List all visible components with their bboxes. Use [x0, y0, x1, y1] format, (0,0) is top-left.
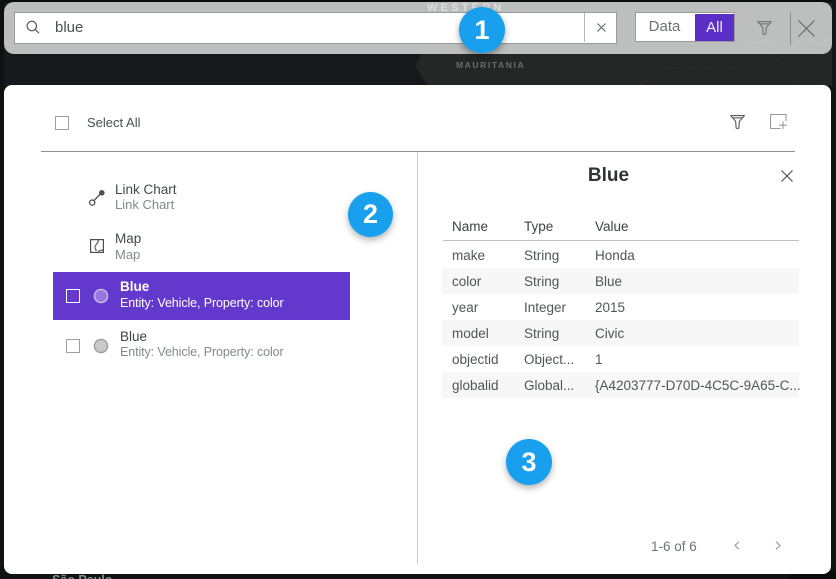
svg-text:MAURITANIA: MAURITANIA — [456, 60, 525, 70]
